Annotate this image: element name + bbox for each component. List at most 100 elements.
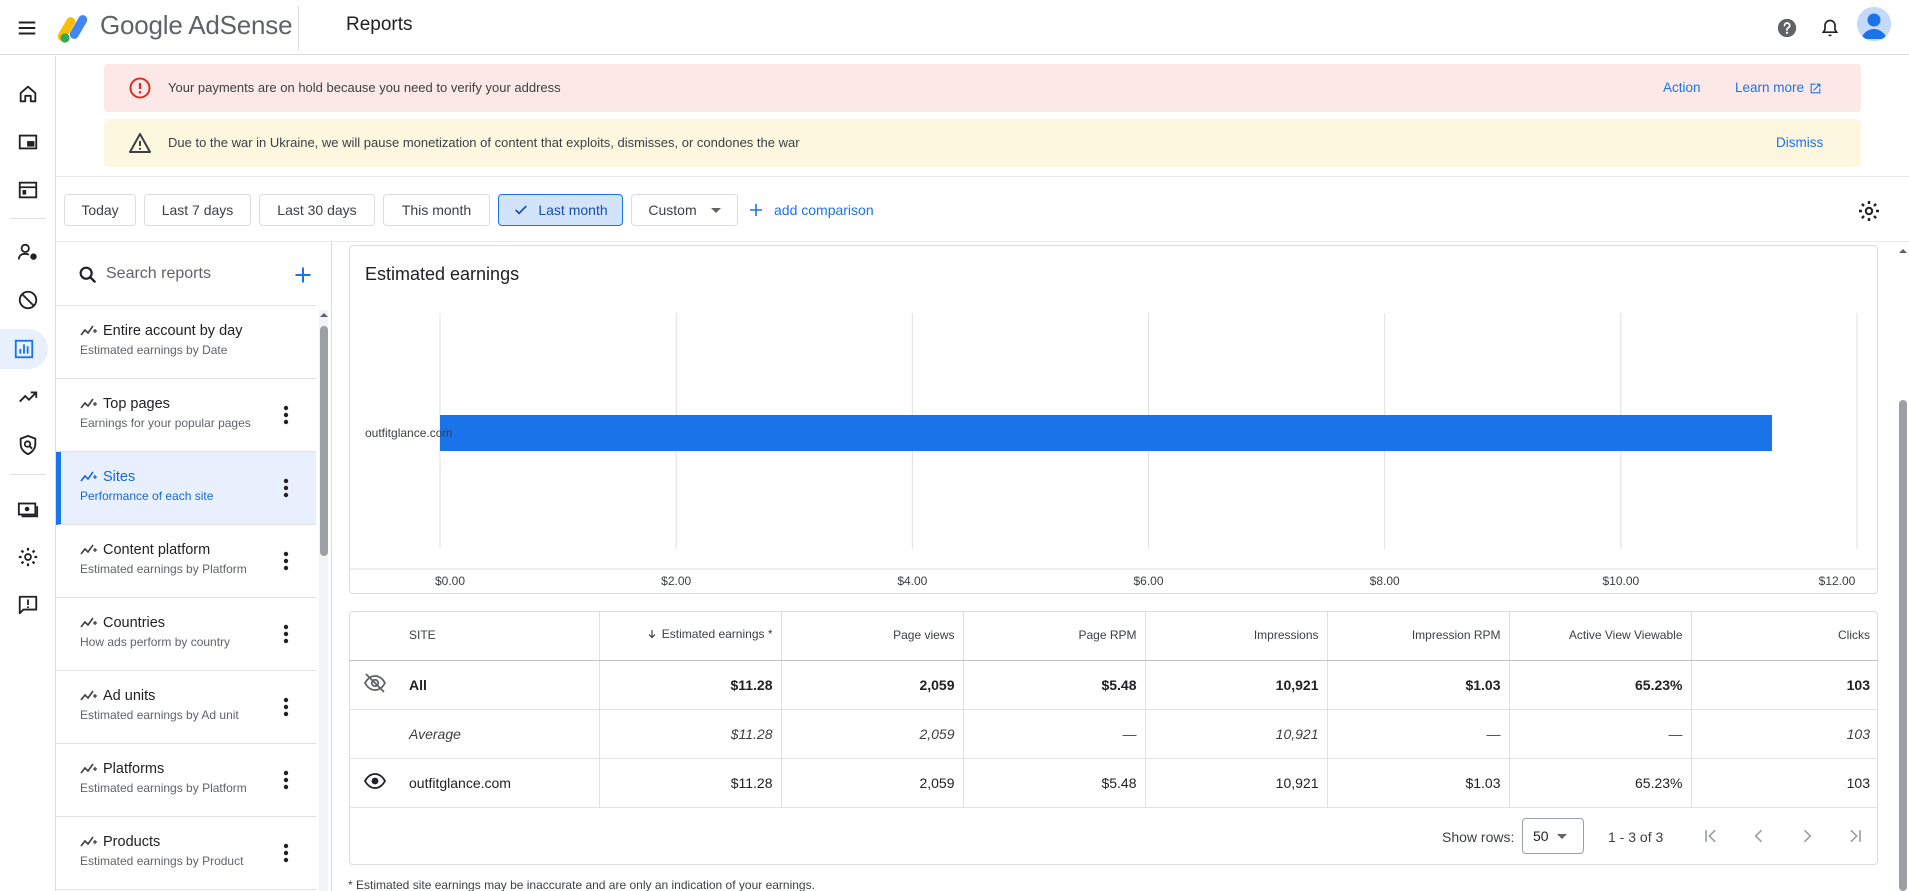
search-reports-input[interactable] xyxy=(106,262,276,286)
more-vert-icon[interactable] xyxy=(274,768,298,792)
top-divider xyxy=(298,6,299,50)
brand-safety-icon[interactable] xyxy=(8,425,48,465)
add-comparison-button[interactable]: add comparison xyxy=(748,196,874,224)
report-item-title: Countries xyxy=(103,615,166,631)
col-clicks[interactable]: Clicks xyxy=(1691,611,1878,661)
divider xyxy=(56,241,1909,242)
privacy-messaging-icon[interactable] xyxy=(8,232,48,272)
bar[interactable] xyxy=(440,415,1772,451)
dismiss-link[interactable]: Dismiss xyxy=(1776,134,1823,152)
error-icon xyxy=(128,76,152,100)
brand-google: Google xyxy=(100,10,183,40)
chip-this-month[interactable]: This month xyxy=(383,194,490,226)
account-avatar[interactable] xyxy=(1857,7,1891,41)
learn-more-link[interactable]: Learn more xyxy=(1735,79,1822,97)
report-item[interactable]: Platforms Estimated earnings by Platform xyxy=(56,744,316,817)
ukraine-banner: Due to the war in Ukraine, we will pause… xyxy=(104,119,1861,167)
plus-icon xyxy=(748,202,764,218)
feedback-icon[interactable] xyxy=(8,585,48,625)
first-page-icon[interactable] xyxy=(1697,822,1725,850)
chip-last-7-days[interactable]: Last 7 days xyxy=(144,194,251,226)
more-vert-icon[interactable] xyxy=(274,841,298,865)
more-vert-icon[interactable] xyxy=(274,622,298,646)
add-report-icon[interactable] xyxy=(290,262,316,288)
col-page-rpm[interactable]: Page RPM xyxy=(963,611,1146,661)
chevron-down-icon xyxy=(1556,833,1567,839)
more-vert-icon[interactable] xyxy=(274,695,298,719)
table-cell: 2,059 xyxy=(781,660,964,710)
report-item[interactable]: Content platform Estimated earnings by Pl… xyxy=(56,525,316,598)
main-scrollbar-thumb[interactable] xyxy=(1899,400,1907,891)
add-comparison-label: add comparison xyxy=(774,202,874,218)
report-sparkline-icon xyxy=(80,395,98,411)
list-scrollbar-thumb[interactable] xyxy=(320,326,328,556)
chevron-down-icon xyxy=(710,207,721,213)
report-item[interactable]: Top pages Earnings for your popular pages xyxy=(56,379,316,452)
reports-icon[interactable] xyxy=(0,329,48,369)
scroll-up-arrow-icon[interactable] xyxy=(1897,246,1909,256)
report-item-title: Sites xyxy=(103,469,136,485)
report-item-title: Products xyxy=(103,834,161,850)
col-active-view-viewable[interactable]: Active View Viewable xyxy=(1509,611,1692,661)
report-item[interactable]: Sites Performance of each site xyxy=(56,452,316,525)
chip-custom[interactable]: Custom xyxy=(631,194,738,226)
col-impression-rpm[interactable]: Impression RPM xyxy=(1327,611,1510,661)
col-page-views[interactable]: Page views xyxy=(781,611,964,661)
brand-name[interactable]: Google AdSense xyxy=(100,9,293,41)
table-cell: 10,921 xyxy=(1145,709,1328,759)
report-item-subtitle: Earnings for your popular pages xyxy=(80,416,251,430)
rows-per-page-select[interactable]: 50 xyxy=(1522,818,1584,854)
bell-icon[interactable] xyxy=(1813,11,1847,45)
more-vert-icon[interactable] xyxy=(274,476,298,500)
chart-title: Estimated earnings xyxy=(365,264,520,284)
optimization-icon[interactable] xyxy=(8,377,48,417)
col-estimated-earnings[interactable]: Estimated earnings * xyxy=(599,611,782,661)
adsense-logo-icon[interactable] xyxy=(55,8,95,48)
category-label: outfitglance.com xyxy=(365,426,452,440)
settings-icon[interactable] xyxy=(8,537,48,577)
report-item[interactable]: Entire account by day Estimated earnings … xyxy=(56,306,316,379)
chip-last-30-days[interactable]: Last 30 days xyxy=(259,194,375,226)
x-tick-label: $8.00 xyxy=(1370,574,1400,588)
report-item[interactable]: Products Estimated earnings by Product xyxy=(56,817,316,890)
more-vert-icon[interactable] xyxy=(274,403,298,427)
previous-page-icon[interactable] xyxy=(1745,822,1773,850)
table-cell: 103 xyxy=(1691,709,1878,759)
help-icon[interactable] xyxy=(1770,11,1804,45)
chip-last-month[interactable]: Last month xyxy=(498,194,623,226)
table-cell: $1.03 xyxy=(1327,660,1510,710)
chip-today[interactable]: Today xyxy=(64,194,136,226)
action-link[interactable]: Action xyxy=(1663,79,1701,97)
earnings-bar-chart: $0.00 $2.00 $4.00 $6.00 $8.00 $10.00 $12.00 out… xyxy=(349,313,1878,588)
chip-custom-label: Custom xyxy=(648,202,697,218)
x-tick-label: $2.00 xyxy=(661,574,691,588)
last-page-icon[interactable] xyxy=(1841,822,1869,850)
eye-icon[interactable] xyxy=(363,769,387,793)
report-settings-icon[interactable] xyxy=(1854,196,1884,226)
blocking-controls-icon[interactable] xyxy=(8,280,48,320)
report-item-subtitle: Estimated earnings by Ad unit xyxy=(80,708,239,722)
report-item[interactable]: Countries How ads perform by country xyxy=(56,598,316,671)
table-cell: $11.28 xyxy=(599,709,782,759)
home-icon[interactable] xyxy=(8,74,48,114)
report-item-title: Entire account by day xyxy=(103,323,243,339)
menu-icon[interactable] xyxy=(10,11,44,45)
scroll-up-arrow-icon[interactable] xyxy=(318,310,330,320)
visibility-cell xyxy=(349,660,401,710)
col-impressions[interactable]: Impressions xyxy=(1145,611,1328,661)
report-item-subtitle: Estimated earnings by Platform xyxy=(80,781,247,795)
table-cell: $5.48 xyxy=(963,660,1146,710)
table-total-row: All $11.28 2,059 $5.48 10,921 $1.03 65.23% 103 xyxy=(349,660,1878,710)
table-cell: $11.28 xyxy=(599,660,782,710)
next-page-icon[interactable] xyxy=(1793,822,1821,850)
more-vert-icon[interactable] xyxy=(274,549,298,573)
ads-icon[interactable] xyxy=(8,122,48,162)
sites-icon[interactable] xyxy=(8,170,48,210)
report-item[interactable]: Ad units Estimated earnings by Ad unit xyxy=(56,671,316,744)
table-cell: 10,921 xyxy=(1145,758,1328,808)
eye-off-icon[interactable] xyxy=(363,671,387,695)
col-site[interactable]: SITE xyxy=(401,611,600,661)
payments-icon[interactable] xyxy=(8,489,48,529)
page-title: Reports xyxy=(346,14,413,35)
report-item-subtitle: How ads perform by country xyxy=(80,635,231,649)
